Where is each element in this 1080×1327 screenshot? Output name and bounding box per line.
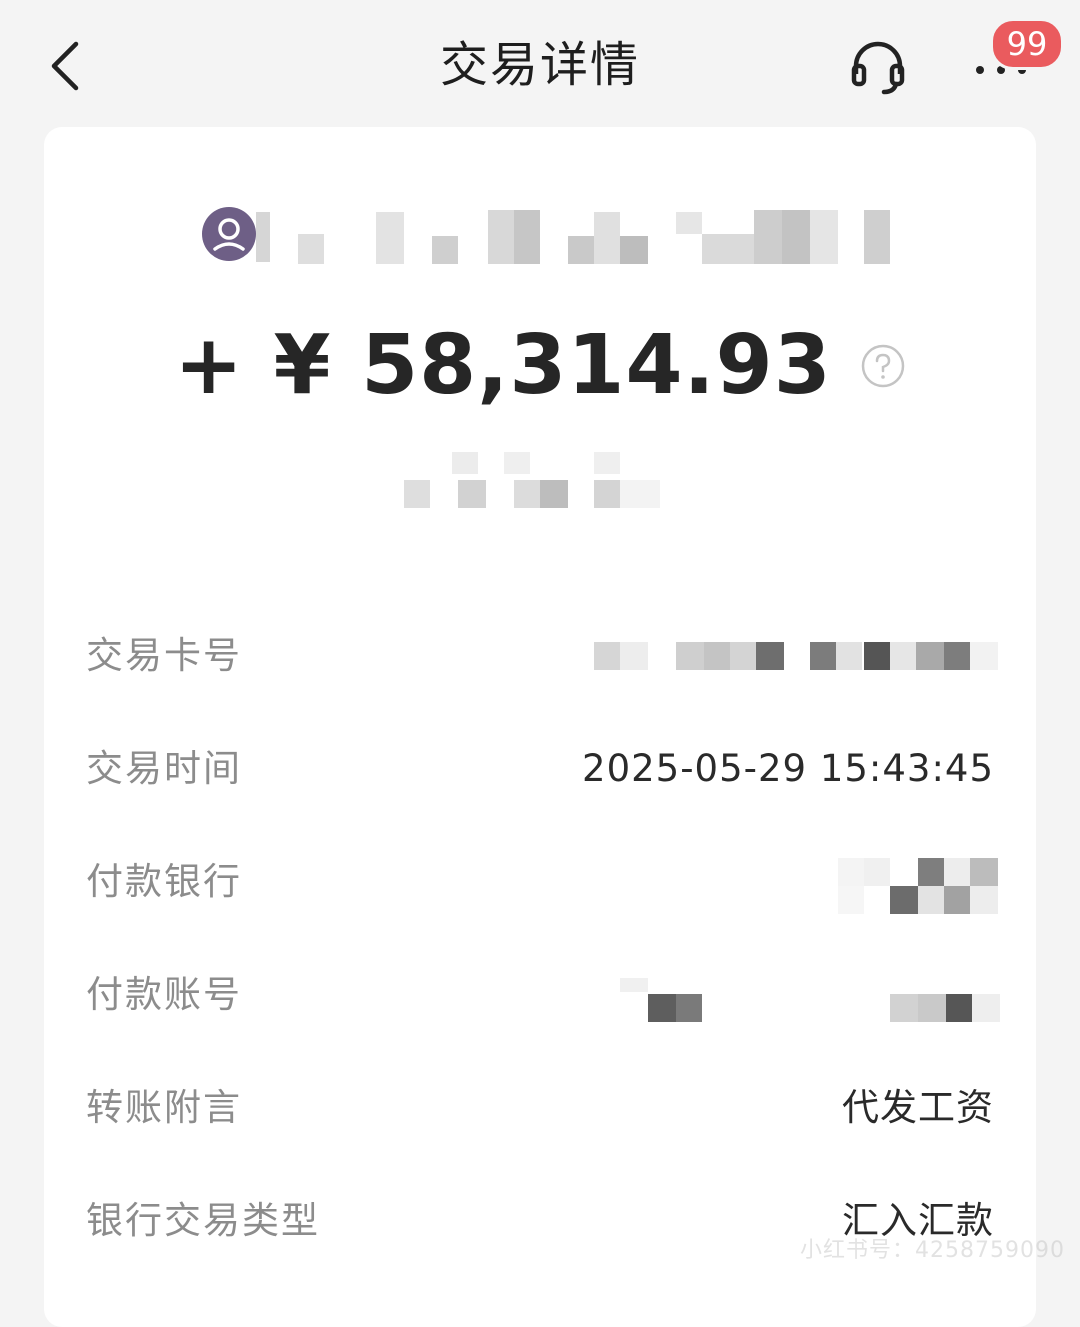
question-circle-icon [861,344,905,388]
watermark: 小红书号：4258759090 [800,1238,1065,1263]
detail-value: 2025-05-29 15:43:45 [582,747,994,790]
detail-row-transaction-time: 交易时间 2025-05-29 15:43:45 [86,739,994,799]
amount-help-button[interactable] [860,343,906,389]
page-title: 交易详情 [439,37,640,93]
redacted-payer-bank [838,858,998,914]
notification-badge: 99 [990,18,1064,70]
headset-icon [851,41,905,95]
detail-label: 银行交易类型 [86,1199,320,1242]
customer-service-button[interactable] [846,36,910,100]
detail-row-transfer-note: 转账附言 代发工资 [86,1078,994,1138]
avatar [202,207,256,261]
detail-label: 交易时间 [86,747,242,790]
transaction-amount: + ¥ 58,314.93 [174,318,832,413]
detail-label: 付款账号 [86,973,242,1016]
redacted-payer-name [256,208,896,266]
amount-row: + ¥ 58,314.93 [0,316,1080,416]
detail-label: 交易卡号 [86,634,242,677]
transaction-card [44,127,1036,1327]
user-avatar-icon [213,218,245,251]
redacted-card-number [594,642,998,672]
detail-label: 付款银行 [86,860,242,903]
redacted-subtitle [404,452,674,510]
detail-value: 代发工资 [842,1086,994,1129]
top-nav-bar: 交易详情 99 [0,0,1080,128]
redacted-payer-account [620,978,1000,1022]
detail-label: 转账附言 [86,1086,242,1129]
